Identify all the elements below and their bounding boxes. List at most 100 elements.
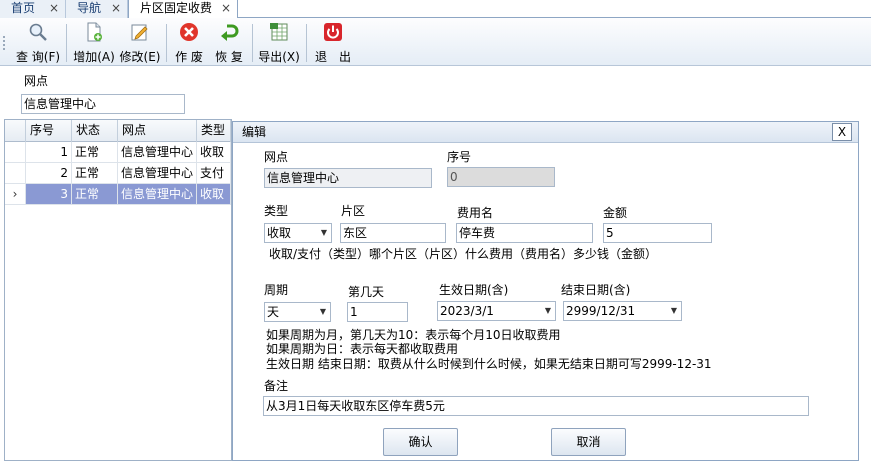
table-row-selected[interactable]: › 3 正常 信息管理中心 收取 [5,184,231,205]
outlet-field[interactable]: 信息管理中心 [264,168,432,188]
amount-label: 金额 [603,206,628,220]
period-select[interactable]: 天 ▼ [264,302,331,322]
tab-navigation-label: 导航 [77,1,102,15]
day-field[interactable]: 1 [347,302,408,322]
cell-type: 收取 [197,184,231,205]
query-label: 查 询(F) [15,50,61,64]
end-date-value: 2999/12/31 [566,304,636,318]
add-button[interactable]: 增加(A) [72,22,116,64]
cell-type: 收取 [197,142,231,163]
toolbar-separator [252,24,253,62]
export-label: 导出(X) [258,50,300,64]
fee-grid: 序号 状态 网点 类型 1 正常 信息管理中心 收取 2 正常 信息管理中心 支… [4,119,232,461]
chevron-down-icon: ▼ [319,307,326,316]
hint-period-day: 如果周期为日：表示每天都收取费用 [266,342,459,356]
cell-status: 正常 [72,142,118,163]
cell-status: 正常 [72,184,118,205]
row-indicator [5,142,26,163]
table-row[interactable]: 2 正常 信息管理中心 支付 [5,163,231,184]
column-header-type[interactable]: 类型 [197,120,231,142]
cell-outlet: 信息管理中心 [118,163,197,184]
edit-dialog: 编辑 X 网点 信息管理中心 序号 0 类型 收取 ▼ 片区 东区 费用名 停车… [232,121,859,461]
seq-label: 序号 [447,150,472,164]
remark-label: 备注 [264,379,289,393]
start-date-value: 2023/3/1 [440,304,494,318]
dialog-title-bar[interactable]: 编辑 X [233,122,858,143]
void-label: 作 废 [175,50,203,64]
edit-button[interactable]: 修改(E) [118,22,162,64]
spreadsheet-icon [270,23,288,41]
tab-area-fixed-fee[interactable]: 片区固定收费 × [128,0,238,19]
power-icon [324,23,342,41]
hint-period-month: 如果周期为月，第几天为10：表示每个月10日收取费用 [266,328,561,342]
day-label: 第几天 [348,285,385,299]
toolbar: 查 询(F) 增加(A) 修改(E) 作 废 恢 复 导出(X) 退 出 [0,18,871,66]
add-label: 增加(A) [73,50,115,64]
area-label: 片区 [341,204,366,218]
type-label: 类型 [264,204,289,218]
restore-button[interactable]: 恢 复 [210,22,248,64]
void-button[interactable]: 作 废 [172,22,206,64]
edit-icon [131,24,148,41]
tab-navigation[interactable]: 导航 × [66,0,128,18]
column-header-outlet[interactable]: 网点 [118,120,197,142]
seq-field[interactable]: 0 [447,167,555,187]
tab-area-fixed-fee-label: 片区固定收费 [140,1,213,15]
remark-field[interactable]: 从3月1日每天收取东区停车费5元 [263,396,809,416]
outlet-filter-input[interactable]: 信息管理中心 [21,94,185,114]
column-header-status[interactable]: 状态 [72,120,118,142]
tab-home[interactable]: 首页 × [0,0,66,18]
outlet-label: 网点 [264,150,289,164]
column-header-seq[interactable]: 序号 [26,120,72,142]
end-date-label: 结束日期(含) [561,283,631,297]
search-icon [29,23,47,41]
toolbar-separator [166,24,167,62]
cancel-button[interactable]: 取消 [551,428,626,456]
tab-bar: 首页 × 导航 × 片区固定收费 × [0,0,871,19]
confirm-button[interactable]: 确认 [383,428,458,456]
grid-header-indicator [5,120,26,142]
add-document-icon [87,22,102,42]
period-label: 周期 [264,283,289,297]
undo-icon [221,24,239,41]
exit-button[interactable]: 退 出 [310,22,356,64]
close-icon[interactable]: × [221,0,231,17]
start-date-picker[interactable]: 2023/3/1 ▼ [437,301,556,321]
chevron-down-icon: ▼ [544,306,551,315]
amount-field[interactable]: 5 [603,223,712,243]
cell-seq: 1 [26,142,72,163]
tab-home-label: 首页 [11,1,36,15]
area-field[interactable]: 东区 [340,223,446,243]
export-button[interactable]: 导出(X) [256,22,302,64]
toolbar-grip[interactable] [3,36,5,52]
type-select-value: 收取 [267,226,292,240]
grid-header: 序号 状态 网点 类型 [5,120,231,142]
fee-name-field[interactable]: 停车费 [456,223,593,243]
chevron-down-icon: ▼ [670,306,677,315]
dialog-title: 编辑 [242,125,267,139]
dialog-close-button[interactable]: X [832,123,852,141]
exit-label: 退 出 [314,50,351,64]
type-select[interactable]: 收取 ▼ [264,223,332,243]
cell-seq: 2 [26,163,72,184]
fee-name-label: 费用名 [457,206,494,220]
cell-outlet: 信息管理中心 [118,184,197,205]
cell-status: 正常 [72,163,118,184]
toolbar-separator [66,24,67,62]
filter-panel: 网点 信息管理中心 [0,67,871,118]
close-icon[interactable]: × [111,0,121,17]
cell-outlet: 信息管理中心 [118,142,197,163]
toolbar-separator [306,24,307,62]
hint-type-area-fee: 收取/支付（类型）哪个片区（片区）什么费用（费用名）多少钱（金额） [269,247,658,261]
cell-seq: 3 [26,184,72,205]
chevron-down-icon: ▼ [320,228,327,237]
close-icon[interactable]: × [49,0,59,17]
period-select-value: 天 [267,305,280,319]
query-button[interactable]: 查 询(F) [14,22,62,64]
edit-label: 修改(E) [119,50,161,64]
row-indicator [5,163,26,184]
table-row[interactable]: 1 正常 信息管理中心 收取 [5,142,231,163]
end-date-picker[interactable]: 2999/12/31 ▼ [563,301,682,321]
start-date-label: 生效日期(含) [439,283,509,297]
cell-type: 支付 [197,163,231,184]
